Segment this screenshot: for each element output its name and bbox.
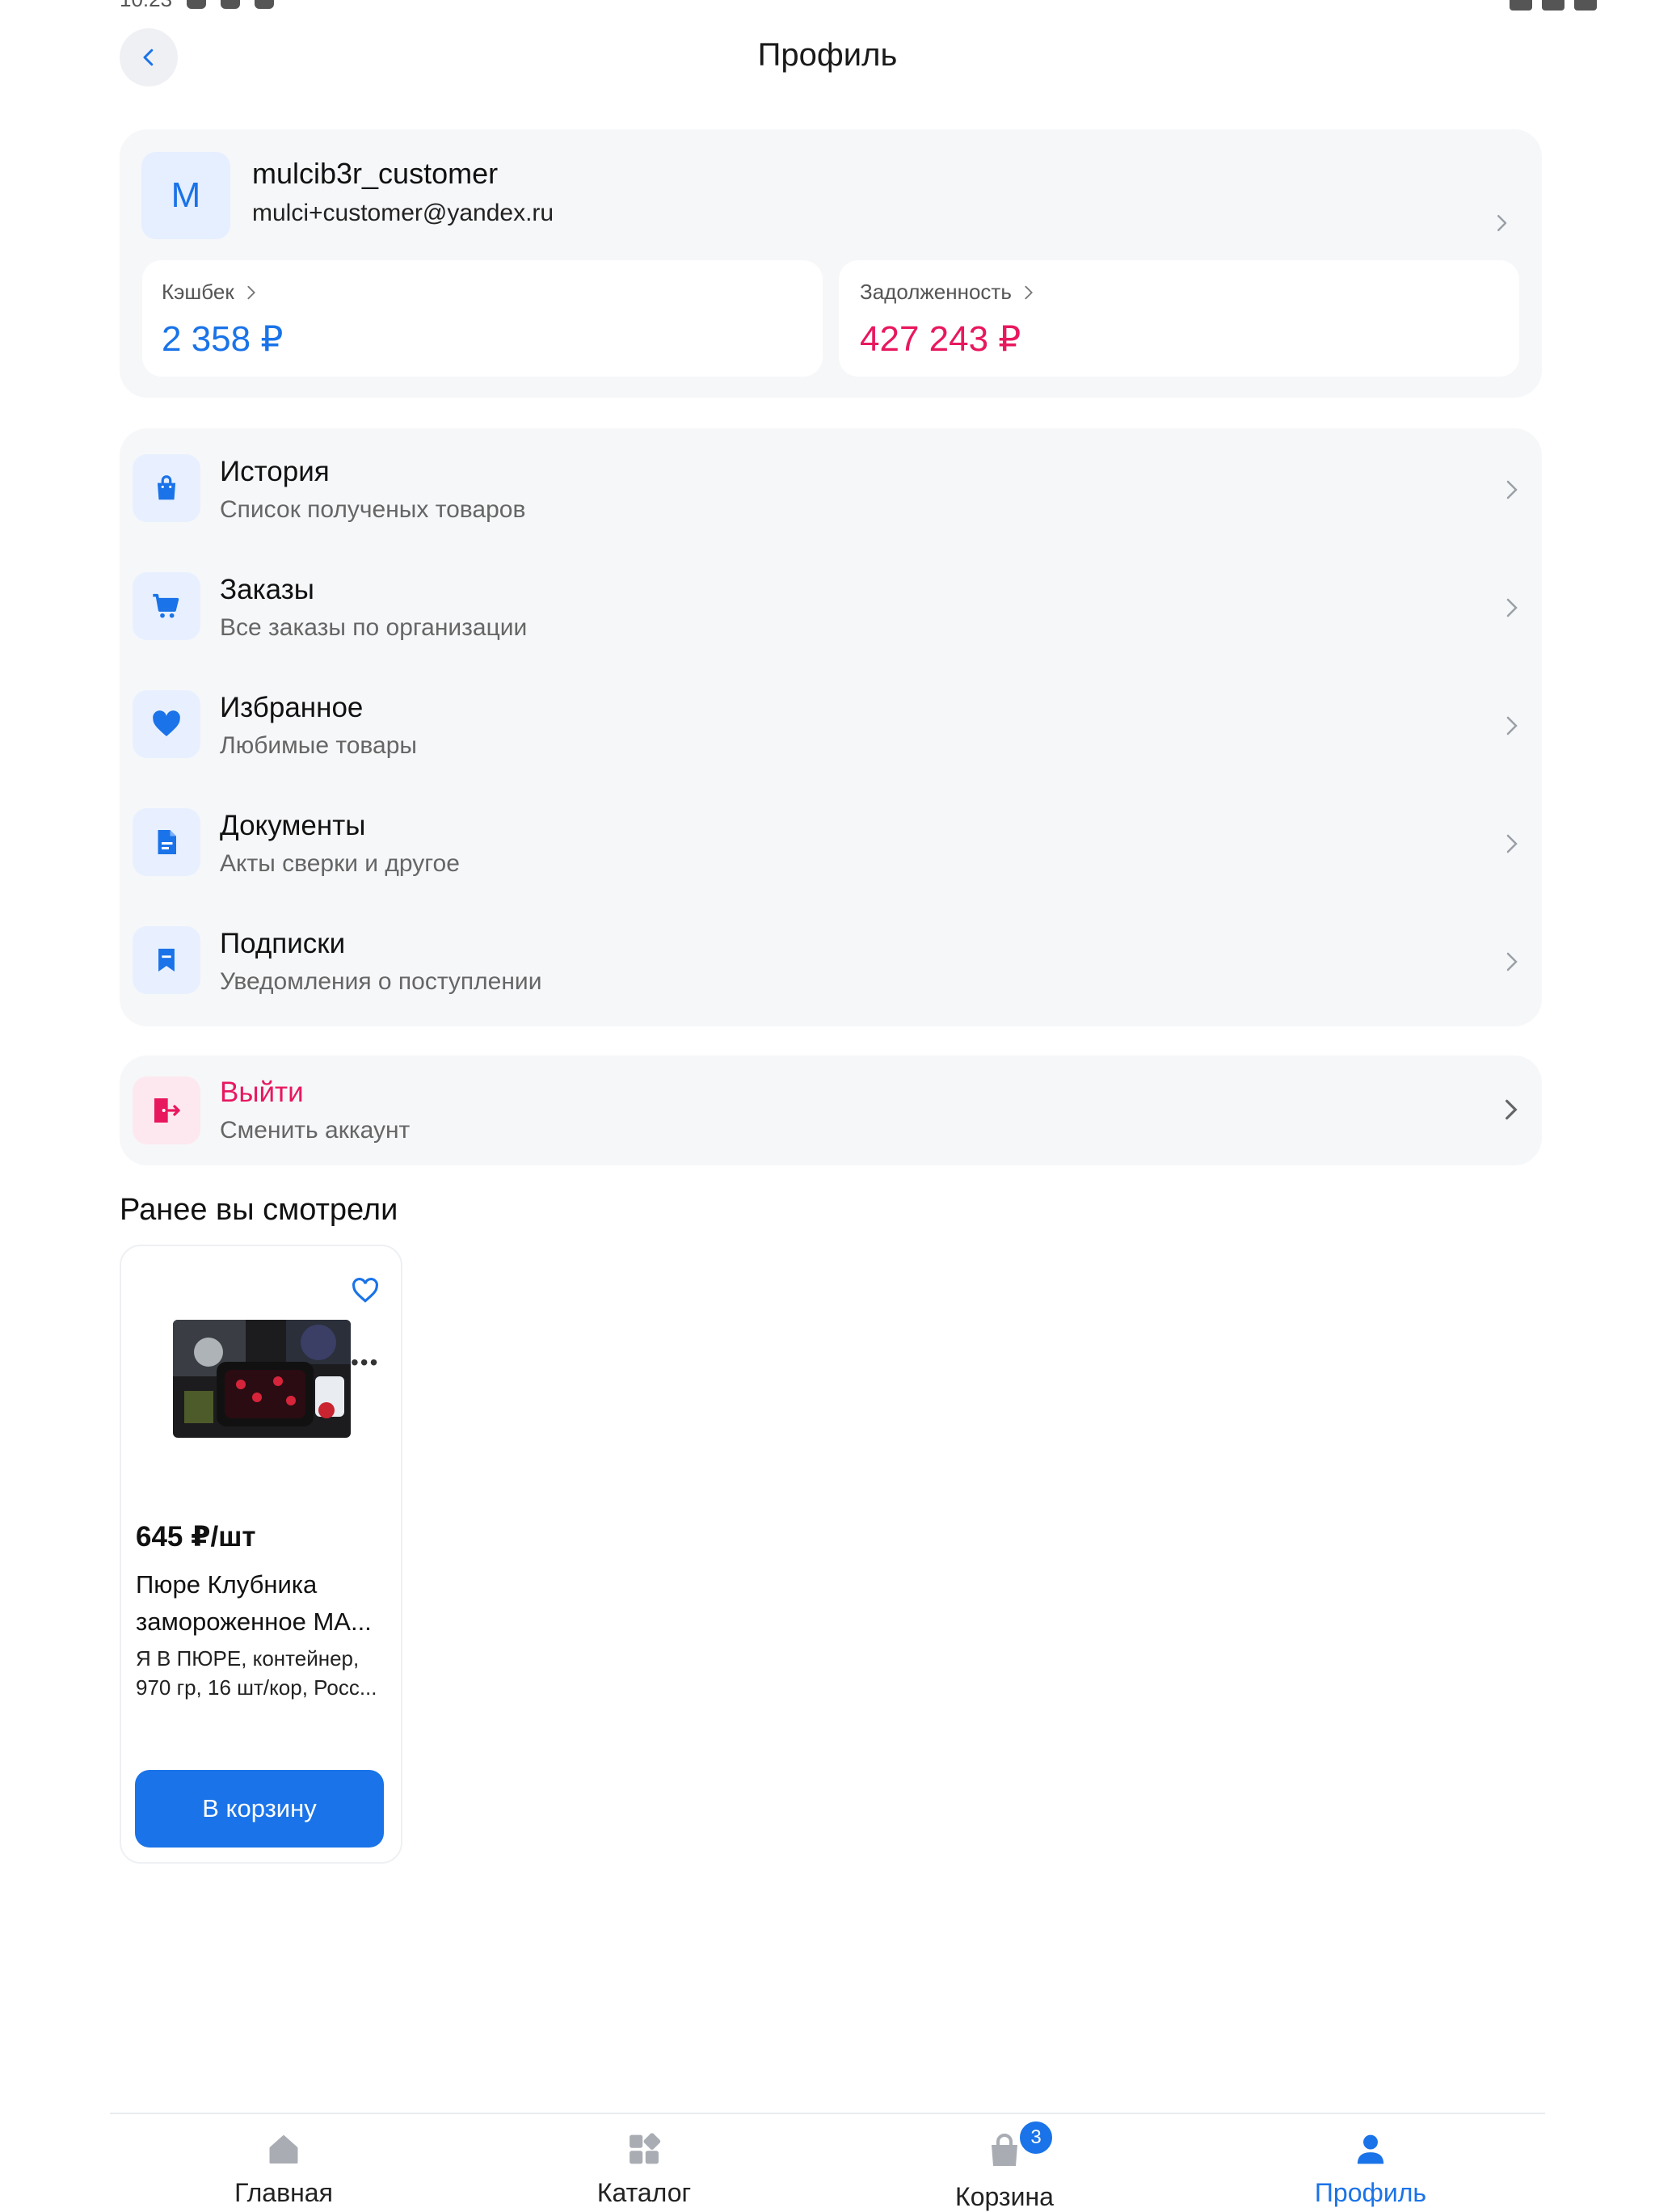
- logout-item[interactable]: Выйти Сменить аккаунт: [120, 1055, 1542, 1165]
- menu-item-documents[interactable]: Документы Акты сверки и другое: [120, 789, 1542, 907]
- nav-label: Каталог: [596, 2178, 692, 2207]
- menu-item-subtitle: Список полученых товаров: [220, 496, 526, 523]
- menu-item-subtitle: Любимые товары: [220, 732, 417, 759]
- menu-item-subtitle: Уведомления о поступлении: [220, 968, 542, 995]
- more-options-icon[interactable]: •••: [351, 1350, 379, 1376]
- menu-item-title: Подписки: [220, 928, 346, 959]
- status-time: 10:23: [120, 0, 172, 12]
- shopping-bag-icon: [133, 454, 200, 522]
- home-icon: [269, 2135, 298, 2164]
- status-bar: 10:23: [120, 0, 275, 13]
- chevron-right-icon: [1025, 285, 1033, 299]
- bookmark-icon: [133, 926, 200, 994]
- menu-item-subscriptions[interactable]: Подписки Уведомления о поступлении: [120, 907, 1542, 1025]
- product-name-line: замороженное МА...: [136, 1607, 372, 1636]
- cart-icon-wrap: 3: [899, 2119, 1110, 2171]
- chevron-right-icon: [1506, 952, 1518, 971]
- username[interactable]: mulcib3r_customer: [252, 157, 498, 191]
- avatar: M: [141, 152, 230, 239]
- menu-item-subtitle: Акты сверки и другое: [220, 850, 460, 877]
- cashback-label: Кэшбек: [162, 280, 234, 304]
- product-name[interactable]: Пюре Клубника замороженное МА...: [136, 1566, 378, 1641]
- cart-badge: 3: [1017, 2119, 1055, 2156]
- menu-item-title: Документы: [220, 810, 366, 841]
- logout-subtitle: Сменить аккаунт: [220, 1117, 411, 1144]
- shield-status-icon: [221, 0, 241, 9]
- debt-label-row: Задолженность: [860, 280, 1038, 305]
- heart-icon: [133, 690, 200, 758]
- product-name-line: Пюре Клубника: [136, 1570, 318, 1599]
- logout-icon: [133, 1077, 200, 1144]
- battery-icon: [1574, 0, 1597, 11]
- debt-value: 427 243 ₽: [860, 319, 1021, 359]
- user-icon: [1357, 2134, 1384, 2164]
- nav-label: Профиль: [1314, 2178, 1427, 2207]
- menu-item-subtitle: Все заказы по организации: [220, 614, 528, 641]
- page-title: Профиль: [757, 37, 898, 73]
- nav-item-profile[interactable]: Профиль: [1265, 2124, 1476, 2208]
- debt-label: Задолженность: [860, 280, 1012, 304]
- cart-icon: [133, 572, 200, 640]
- product-desc-line: 970 гр, 16 шт/кор, Росс...: [136, 1675, 377, 1700]
- add-to-cart-button[interactable]: В корзину: [135, 1770, 384, 1848]
- chevron-right-icon: [1506, 1099, 1518, 1120]
- product-desc-line: Я В ПЮРЕ, контейнер,: [136, 1646, 360, 1671]
- menu-item-title: Избранное: [220, 692, 364, 723]
- chevron-right-icon: [1506, 598, 1518, 617]
- nav-item-home[interactable]: Главная: [179, 2124, 389, 2208]
- storage-status-icon: [255, 0, 275, 9]
- signal-icon: [1542, 0, 1564, 11]
- product-price: 645 ₽/шт: [136, 1521, 256, 1553]
- nav-item-catalog[interactable]: Каталог: [539, 2124, 749, 2208]
- chevron-right-icon: [1506, 480, 1518, 499]
- wifi-icon: [1510, 0, 1532, 11]
- menu-item-orders[interactable]: Заказы Все заказы по организации: [120, 553, 1542, 671]
- chevron-right-icon: [1506, 834, 1518, 853]
- chevron-right-icon: [247, 285, 255, 299]
- menu-item-history[interactable]: История Список полученых товаров: [120, 435, 1542, 553]
- menu-item-favorites[interactable]: Избранное Любимые товары: [120, 671, 1542, 789]
- nav-label: Корзина: [955, 2182, 1054, 2211]
- document-icon: [133, 808, 200, 876]
- status-bar-right: [1510, 0, 1597, 13]
- settings-status-icon: [187, 0, 207, 9]
- menu-item-title: История: [220, 456, 330, 487]
- favorite-heart-icon[interactable]: [349, 1275, 381, 1306]
- chevron-right-icon: [1506, 716, 1518, 735]
- menu-item-title: Заказы: [220, 574, 314, 605]
- cashback-label-row: Кэшбек: [162, 280, 260, 305]
- product-image: [173, 1320, 351, 1438]
- nav-label: Главная: [234, 2178, 333, 2207]
- nav-item-cart[interactable]: 3 Корзина: [899, 2119, 1110, 2211]
- product-description: Я В ПЮРЕ, контейнер, 970 гр, 16 шт/кор, …: [136, 1644, 386, 1702]
- catalog-icon: [630, 2133, 661, 2164]
- section-title-recent: Ранее вы смотрели: [120, 1193, 398, 1227]
- profile-chevron-right-icon[interactable]: [1487, 209, 1516, 238]
- logout-title: Выйти: [220, 1077, 304, 1108]
- bottom-nav-divider: [110, 2113, 1545, 2114]
- cashback-value: 2 358 ₽: [162, 319, 284, 359]
- user-email: mulci+customer@yandex.ru: [252, 200, 554, 226]
- debt-panel[interactable]: Задолженность 427 243 ₽: [839, 260, 1519, 377]
- cashback-panel[interactable]: Кэшбек 2 358 ₽: [142, 260, 823, 377]
